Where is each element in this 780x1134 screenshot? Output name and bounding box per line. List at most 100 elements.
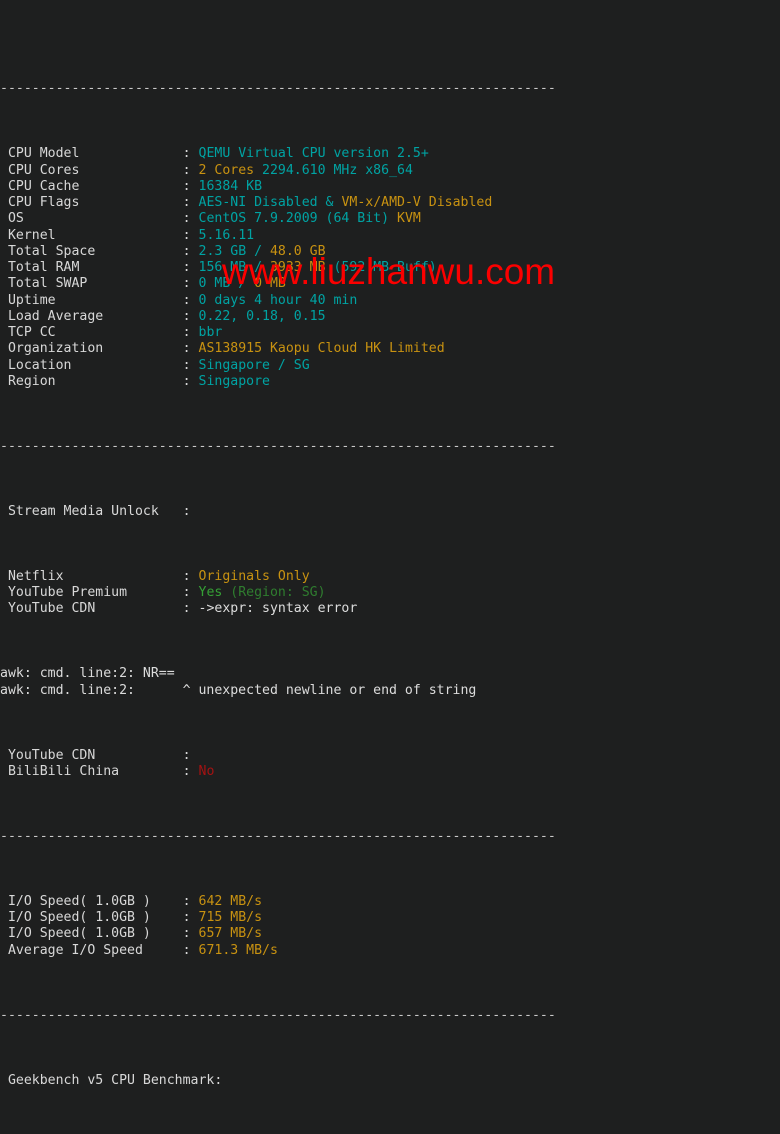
row-label: Total RAM (0, 260, 183, 275)
row-value: 671.3 MB/s (198, 942, 278, 958)
row-colon: : (182, 763, 199, 779)
io-speed-row: Average I/O Speed : 671.3 MB/s (0, 943, 780, 959)
awk-error-line: awk: cmd. line:2: NR== (0, 666, 780, 682)
row-value: 16384 KB (198, 178, 263, 194)
row-colon: : (182, 373, 199, 389)
row-label: CPU Cache (0, 178, 183, 194)
system-info-row: Kernel : 5.16.11 (0, 228, 780, 244)
row-label: YouTube CDN (0, 747, 183, 763)
terminal-output: www.liuzhanwu.com ----------------------… (0, 0, 780, 1088)
row-value: Yes (198, 585, 223, 600)
stream-media-rows-after: YouTube CDN : BiliBili China : No (0, 748, 780, 781)
row-value: 657 MB/s (198, 926, 263, 942)
stream-media-row: BiliBili China : No (0, 764, 780, 780)
io-speed-row: I/O Speed( 1.0GB ) : 715 MB/s (0, 910, 780, 926)
stream-media-row: YouTube CDN : (0, 748, 780, 764)
row-colon: : (182, 747, 199, 763)
row-colon: : (182, 260, 199, 275)
awk-error-text: awk: cmd. line:2: ^ unexpected newline o… (0, 682, 477, 698)
io-speed-row: I/O Speed( 1.0GB ) : 642 MB/s (0, 894, 780, 910)
stream-media-header-label: Stream Media Unlock (0, 503, 159, 519)
row-value: 5.16.11 (198, 227, 255, 243)
row-colon: : (182, 341, 199, 357)
system-info-row: CPU Flags : AES-NI Disabled & VM-x/AMD-V… (0, 195, 780, 211)
row-colon: : (182, 325, 199, 340)
row-colon: : (182, 601, 199, 617)
row-label: CPU Model (0, 146, 183, 162)
awk-error-text: awk: cmd. line:2: NR== (0, 666, 175, 682)
row-colon: : (182, 162, 199, 178)
stream-media-row: YouTube CDN : ->expr: syntax error (0, 601, 780, 617)
row-label: CPU Cores (0, 162, 183, 178)
row-label: Total SWAP (0, 276, 183, 292)
row-value: Originals Only (198, 568, 310, 584)
row-colon: : (182, 357, 199, 373)
system-info-row: TCP CC : bbr (0, 325, 780, 341)
row-colon: : (182, 292, 199, 308)
row-label: Region (0, 373, 183, 389)
row-colon: : (182, 926, 199, 942)
row-value-secondary: 2294.610 MHz x86_64 (254, 162, 413, 178)
system-info-row: Load Average : 0.22, 0.18, 0.15 (0, 309, 780, 325)
row-colon: : (182, 195, 199, 210)
system-info-row: Uptime : 0 days 4 hour 40 min (0, 293, 780, 309)
row-label: Uptime (0, 292, 183, 308)
row-colon: : (182, 585, 199, 600)
row-value-secondary: (Region: SG) (222, 585, 326, 600)
io-speed-row: I/O Speed( 1.0GB ) : 657 MB/s (0, 926, 780, 942)
row-label: TCP CC (0, 325, 183, 340)
row-value: 2 Cores (198, 162, 255, 178)
row-colon: : (182, 211, 199, 227)
separator-after-bilibili: ----------------------------------------… (0, 829, 780, 845)
geekbench-title-text: Geekbench v5 CPU Benchmark: (0, 1072, 223, 1088)
row-value: 715 MB/s (198, 910, 263, 925)
row-colon: : (182, 893, 199, 909)
row-label: CPU Flags (0, 195, 183, 210)
row-value: No (198, 763, 215, 779)
stream-media-header-pad (159, 504, 183, 519)
stream-media-header-row: Stream Media Unlock : (0, 504, 780, 520)
separator-line: ----------------------------------------… (0, 828, 556, 844)
system-info-row: Organization : AS138915 Kaopu Cloud HK L… (0, 341, 780, 357)
stream-media-row: YouTube Premium : Yes (Region: SG) (0, 585, 780, 601)
row-value-secondary: KVM (389, 211, 421, 227)
geekbench-title: Geekbench v5 CPU Benchmark: (0, 1073, 780, 1089)
row-value: 642 MB/s (198, 893, 263, 909)
stream-media-header-colon: : (182, 503, 191, 519)
system-info-row: Region : Singapore (0, 374, 780, 390)
row-label: I/O Speed( 1.0GB ) (0, 910, 183, 925)
system-info-row: CPU Cache : 16384 KB (0, 179, 780, 195)
separator-after-region: ----------------------------------------… (0, 439, 780, 455)
separator-line: ----------------------------------------… (0, 438, 556, 454)
row-label: Kernel (0, 227, 183, 243)
row-label: Netflix (0, 568, 183, 584)
row-colon: : (182, 910, 199, 925)
row-colon: : (182, 276, 199, 292)
awk-error-lines: awk: cmd. line:2: NR== awk: cmd. line:2: … (0, 666, 780, 699)
row-colon: : (182, 146, 199, 162)
row-colon: : (182, 568, 199, 584)
system-info-row: CPU Cores : 2 Cores 2294.610 MHz x86_64 (0, 163, 780, 179)
row-label: Load Average (0, 308, 183, 324)
row-colon: : (182, 178, 199, 194)
row-label: Total Space (0, 243, 183, 259)
row-value-secondary: VM-x/AMD-V Disabled (333, 195, 493, 210)
site-watermark: www.liuzhanwu.com (222, 251, 556, 292)
separator-line: ----------------------------------------… (0, 1007, 556, 1023)
row-label: YouTube Premium (0, 585, 183, 600)
row-label: I/O Speed( 1.0GB ) (0, 893, 183, 909)
row-value: QEMU Virtual CPU version 2.5+ (198, 146, 429, 162)
stream-media-rows: Netflix : Originals Only YouTube Premium… (0, 569, 780, 618)
row-value: Singapore (198, 373, 270, 389)
row-value: 0 days 4 hour 40 min (198, 292, 358, 308)
system-info-row: OS : CentOS 7.9.2009 (64 Bit) KVM (0, 211, 780, 227)
row-value: ->expr: syntax error (198, 601, 358, 617)
row-label: Average I/O Speed (0, 942, 183, 958)
system-info-row: Location : Singapore / SG (0, 358, 780, 374)
io-speed-section: I/O Speed( 1.0GB ) : 642 MB/s I/O Speed(… (0, 894, 780, 959)
row-label: Location (0, 357, 183, 373)
row-label: OS (0, 211, 183, 227)
row-colon: : (182, 942, 199, 958)
separator-top: ----------------------------------------… (0, 81, 780, 97)
row-label: I/O Speed( 1.0GB ) (0, 926, 183, 942)
